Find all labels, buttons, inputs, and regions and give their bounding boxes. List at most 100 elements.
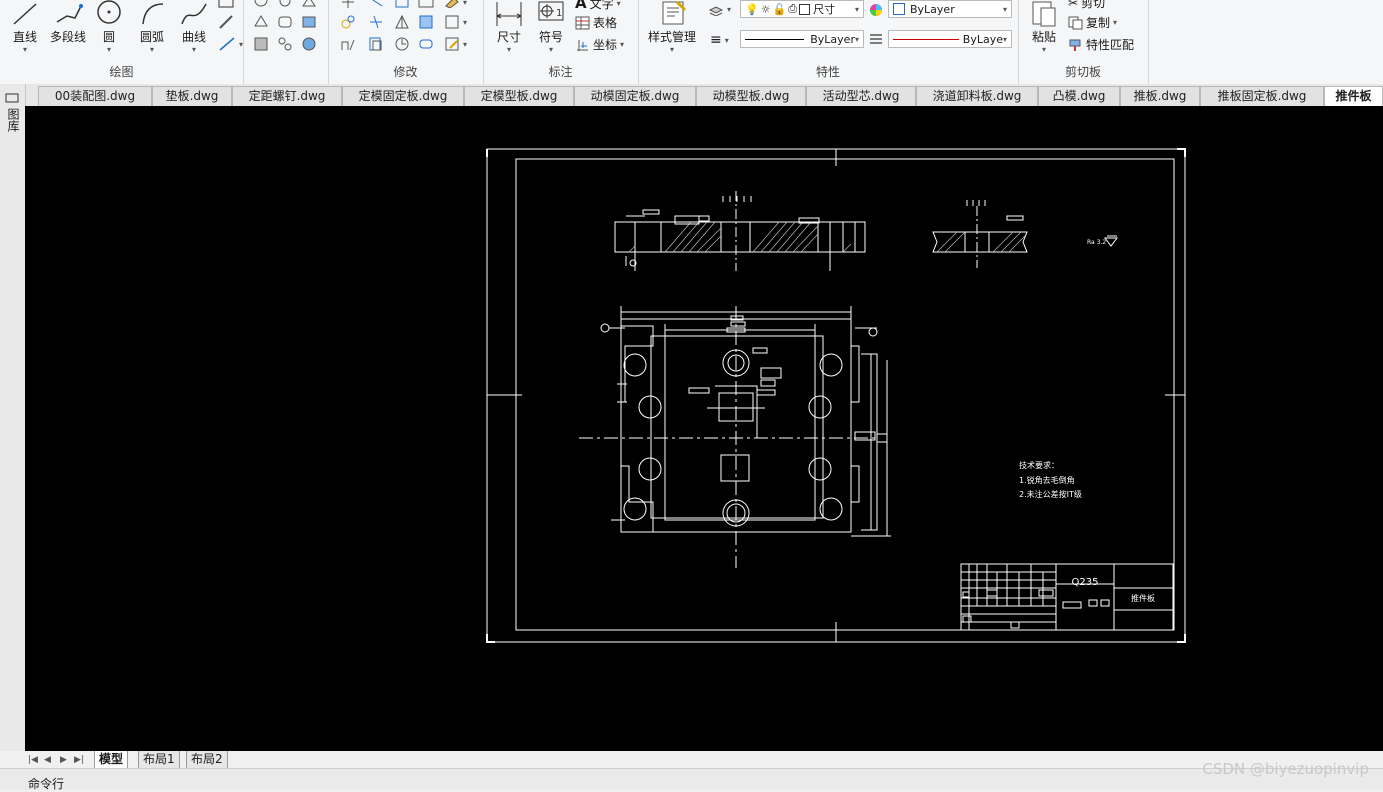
file-tab[interactable]: 定模型板.dwg [464, 86, 574, 106]
revcloud-tool[interactable] [253, 0, 269, 8]
coordinate-tool[interactable]: 坐标 ▾ [575, 36, 624, 53]
copy-clip-tool[interactable]: 复制 ▾ [1068, 14, 1117, 31]
trim-tool[interactable] [368, 14, 384, 30]
file-tab-bar: 00装配图.dwg 垫板.dwg 定距螺钉.dwg 定模固定板.dwg 定模型板… [0, 84, 1383, 107]
stretch-tool[interactable] [394, 14, 410, 30]
file-tab[interactable]: 浇道卸料板.dwg [916, 86, 1038, 106]
match-properties-tool[interactable]: 特性匹配 [1068, 36, 1134, 53]
table-label: 表格 [593, 16, 618, 30]
style-manager-button[interactable]: 样式管理 ▾ [644, 0, 700, 54]
curve-dropdown-icon[interactable]: ▾ [174, 45, 214, 54]
nav-first-icon[interactable]: |◀ [28, 755, 38, 765]
file-tab[interactable]: 推板.dwg [1120, 86, 1200, 106]
line-icon [13, 3, 37, 25]
file-tab[interactable]: 定模固定板.dwg [342, 86, 464, 106]
modify-panel-title: 修改 [393, 65, 418, 79]
color-wheel-tool[interactable] [868, 2, 884, 18]
file-tab[interactable]: 活动型芯.dwg [806, 86, 916, 106]
color-dropdown-icon[interactable]: ▾ [1003, 5, 1007, 14]
linetype-dropdown-icon[interactable]: ▾ [855, 35, 859, 44]
file-tab[interactable]: 动模型板.dwg [696, 86, 806, 106]
point-tool[interactable] [301, 36, 317, 52]
erase-tool[interactable]: ▾ [444, 0, 467, 8]
clipboard-panel: 粘贴 ▾ ✂ 剪切 复制 ▾ 特性匹配 剪切板 [1018, 0, 1149, 84]
region-tool[interactable] [253, 14, 269, 30]
arc-dropdown-icon[interactable]: ▾ [132, 45, 172, 54]
layer-list-tool[interactable]: ≡ ▾ [710, 32, 729, 48]
copy-tool[interactable] [368, 0, 384, 8]
file-tab[interactable]: 推板固定板.dwg [1200, 86, 1324, 106]
construction-line-tool[interactable]: ▾ [218, 36, 243, 52]
group-icon [278, 37, 292, 51]
layout-tab-model[interactable]: 模型 [94, 751, 129, 769]
dimension-dropdown-icon[interactable]: ▾ [491, 45, 527, 54]
arc-button[interactable]: 圆弧 ▾ [132, 0, 172, 54]
text-tool[interactable]: A 文字 ▾ [575, 0, 621, 12]
file-tab[interactable]: 00装配图.dwg [38, 86, 152, 106]
array-tool[interactable] [418, 0, 434, 8]
wipeout-tool[interactable] [277, 14, 293, 30]
fillet-tool[interactable] [394, 36, 410, 52]
layer-select[interactable]: 💡 ☼ 🔓 ⎙ 尺寸 ▾ [740, 0, 864, 18]
layer-states-tool[interactable]: ▾ [708, 2, 731, 16]
file-tab[interactable]: 动模固定板.dwg [574, 86, 696, 106]
file-tab[interactable]: 定距螺钉.dwg [232, 86, 342, 106]
library-panel-toggle[interactable]: 图库 [5, 92, 20, 132]
modify-panel: ▾ ▾ ▾ 修改 [328, 0, 484, 84]
block-tool[interactable] [253, 36, 269, 52]
explode-tool[interactable] [418, 14, 434, 30]
gradient-tool[interactable] [301, 14, 317, 30]
color-select[interactable]: ByLayer ▾ [888, 0, 1012, 18]
line-button[interactable]: 直线 ▾ [6, 0, 44, 54]
layer-stack-icon [708, 6, 724, 16]
curve-button[interactable]: 曲线 ▾ [174, 0, 214, 54]
move-tool[interactable] [340, 0, 356, 8]
join-tool[interactable] [418, 36, 434, 52]
cut-tool[interactable]: ✂ 剪切 [1068, 0, 1105, 11]
group-tool[interactable] [277, 36, 293, 52]
command-line[interactable]: 命令行 [0, 768, 1383, 791]
nav-prev-icon[interactable]: ◀ [44, 755, 51, 765]
edit-tool[interactable]: ▾ [444, 36, 467, 52]
lineweight-select[interactable]: ByLaye ▾ [888, 30, 1012, 48]
lineweight-dropdown-icon[interactable]: ▾ [1003, 35, 1007, 44]
nav-next-icon[interactable]: ▶ [60, 755, 67, 765]
rectangle-tool[interactable] [218, 0, 234, 8]
symbol-label: 符号 [538, 30, 563, 44]
lineweight-icon-tool[interactable] [868, 32, 884, 46]
table-tool[interactable]: 表格 [575, 14, 617, 31]
polyline-button[interactable]: 多段线 [46, 0, 90, 45]
circle-button[interactable]: 圆 ▾ [92, 0, 126, 54]
drawing-sheet[interactable]: Q235 推件板 技术要求： 1.锐角去毛倒角 2.未注公差按IT级 Ra 3.… [25, 106, 1383, 751]
line-dropdown-icon[interactable]: ▾ [6, 45, 44, 54]
layout-tab-layout1[interactable]: 布局1 [138, 751, 180, 769]
layer-dropdown-icon[interactable]: ▾ [855, 5, 859, 14]
nav-last-icon[interactable]: ▶| [74, 755, 84, 765]
explode-icon [419, 15, 433, 29]
drawing-canvas[interactable]: Q235 推件板 技术要求： 1.锐角去毛倒角 2.未注公差按IT级 Ra 3.… [25, 106, 1383, 751]
symbol-dropdown-icon[interactable]: ▾ [533, 45, 569, 54]
scale-tool[interactable] [394, 0, 410, 8]
style-manager-dropdown-icon[interactable]: ▾ [644, 45, 700, 54]
layout-tab-layout2[interactable]: 布局2 [186, 751, 228, 769]
text-icon: A [575, 0, 587, 12]
dimension-button[interactable]: 尺寸 ▾ [491, 0, 527, 54]
lineweight-preview-icon [893, 38, 959, 40]
file-tab[interactable]: 垫板.dwg [152, 86, 232, 106]
file-tab-active[interactable]: 推件板 [1324, 86, 1383, 106]
paste-dropdown-icon[interactable]: ▾ [1026, 45, 1062, 54]
paste-button[interactable]: 粘贴 ▾ [1026, 0, 1062, 54]
symbol-button[interactable]: 1 符号 ▾ [533, 0, 569, 54]
offset-tool[interactable] [368, 36, 384, 52]
table-insert-tool[interactable] [301, 0, 317, 8]
linetype-select[interactable]: ByLayer ▾ [740, 30, 864, 48]
mirror-tool[interactable] [340, 36, 356, 52]
boundary-tool[interactable] [277, 0, 293, 8]
file-tab[interactable]: 凸模.dwg [1038, 86, 1120, 106]
mirror-icon [341, 39, 355, 51]
hatch-tool[interactable] [218, 14, 234, 30]
ribbon: 直线 ▾ 多段线 圆 ▾ 圆弧 ▾ 曲线 ▾ ▾ 绘图 ▾ ▾ ▾ 修改 尺寸 … [0, 0, 1383, 85]
properties-tool[interactable]: ▾ [444, 14, 467, 30]
circle-dropdown-icon[interactable]: ▾ [92, 45, 126, 54]
rotate-tool[interactable] [340, 14, 356, 30]
